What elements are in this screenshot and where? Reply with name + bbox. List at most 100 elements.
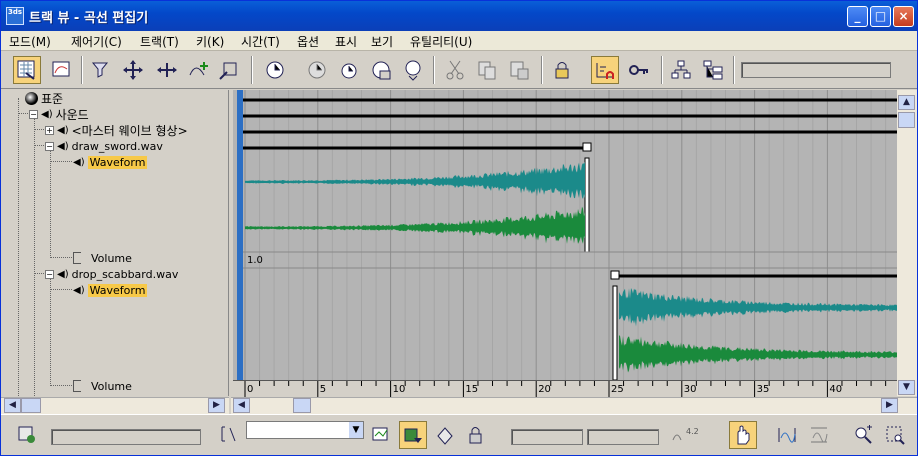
- menu-time[interactable]: 시간(T): [241, 33, 280, 50]
- speaker-icon: ◀): [73, 284, 85, 296]
- ruler-tick-label: 20: [538, 384, 551, 395]
- time-ruler[interactable]: 0 5 10 15 20 25 30 35 40: [233, 380, 901, 397]
- chevron-down-icon[interactable]: ▼: [349, 422, 363, 438]
- tree-node-waveform2[interactable]: ◀) Waveform: [73, 282, 148, 298]
- scale-time-icon[interactable]: [335, 56, 363, 84]
- maximize-button[interactable]: □: [870, 6, 891, 27]
- toolbar-name-field[interactable]: [741, 62, 891, 78]
- minimize-button[interactable]: _: [847, 6, 868, 27]
- tree-label-file1: draw_sword.wav: [71, 139, 163, 153]
- tree-node-file1[interactable]: − ◀) draw_sword.wav: [45, 138, 163, 154]
- waveform2-start-marker[interactable]: [612, 285, 618, 380]
- tree-node-file2[interactable]: − ◀) drop_scabbard.wav: [45, 266, 178, 282]
- tree-node-volume1[interactable]: Volume: [73, 250, 132, 266]
- scroll-up-button[interactable]: ▲: [898, 95, 915, 110]
- range-end-handle[interactable]: [582, 142, 592, 152]
- volume-track-icon: [73, 252, 81, 264]
- tree-node-volume2[interactable]: Volume: [73, 378, 132, 394]
- show-keyable-icon[interactable]: [625, 56, 653, 84]
- menu-display[interactable]: 표시: [335, 33, 357, 50]
- menu-utilities[interactable]: 유틸리티(U): [410, 33, 472, 50]
- title-bar: 3ds 트랙 뷰 - 곡선 편집기 _ □ ×: [1, 1, 917, 31]
- delete-time-icon[interactable]: [303, 56, 331, 84]
- value-field[interactable]: [587, 429, 659, 445]
- scroll-down-button[interactable]: ▼: [898, 380, 915, 395]
- toolbar-separator: [433, 56, 435, 84]
- time-slider-bar[interactable]: [237, 90, 243, 380]
- vertical-scrollbar[interactable]: ▲ ▼: [897, 90, 917, 396]
- scroll-thumb[interactable]: [898, 112, 915, 128]
- tree-node-root[interactable]: 표준: [25, 90, 63, 106]
- collapse-icon[interactable]: −: [45, 141, 54, 151]
- zoom-horizontal-icon[interactable]: [773, 421, 801, 449]
- speaker-icon: ◀): [73, 156, 85, 168]
- track-view-name-icon[interactable]: [215, 421, 243, 449]
- key-stats-icon[interactable]: [367, 421, 395, 449]
- snap-frames-icon[interactable]: [591, 56, 619, 84]
- select-time-icon[interactable]: [261, 56, 289, 84]
- lock-selection-icon[interactable]: [549, 56, 577, 84]
- tree-label-master: <마스터 웨이브 형상>: [71, 123, 188, 138]
- menu-keys[interactable]: 키(K): [196, 33, 224, 50]
- menu-tracks[interactable]: 트랙(T): [140, 33, 179, 50]
- menu-view[interactable]: 보기: [371, 33, 393, 50]
- zoom-selected-icon[interactable]: [13, 421, 41, 449]
- paste-icon[interactable]: [505, 56, 533, 84]
- zoom-value-icon[interactable]: 4.2: [669, 421, 703, 449]
- zoom-region-icon[interactable]: [881, 421, 909, 449]
- scroll-right-button[interactable]: ▶: [881, 398, 898, 413]
- tree-label-waveform1: Waveform: [87, 155, 148, 169]
- cut-icon[interactable]: [441, 56, 469, 84]
- reverse-time-icon[interactable]: [399, 56, 427, 84]
- tree-node-master[interactable]: + ◀) <마스터 웨이브 형상>: [45, 122, 188, 138]
- menu-mode[interactable]: 모드(M): [9, 33, 51, 50]
- selection-name-field[interactable]: [51, 429, 201, 445]
- scroll-thumb[interactable]: [293, 398, 311, 413]
- zoom-icon[interactable]: [849, 421, 877, 449]
- curve-graph[interactable]: 1.0: [233, 90, 897, 380]
- select-icon[interactable]: [87, 56, 115, 84]
- range-start-handle[interactable]: [610, 270, 620, 280]
- volume-track-icon: [73, 380, 81, 392]
- add-keys-icon[interactable]: [185, 56, 213, 84]
- track-view-select[interactable]: ▼: [246, 421, 364, 439]
- zoom-vertical-icon[interactable]: [805, 421, 833, 449]
- close-button[interactable]: ×: [893, 6, 914, 27]
- scale-keys-icon[interactable]: [215, 56, 243, 84]
- zoom-readout: 4.2: [686, 427, 699, 436]
- expand-icon[interactable]: +: [45, 125, 54, 135]
- tree-horizontal-scrollbar[interactable]: ◀ ▶: [1, 397, 229, 414]
- menu-controller[interactable]: 제어기(C): [71, 33, 122, 50]
- modify-subtree-icon[interactable]: [699, 56, 727, 84]
- window-title: 트랙 뷰 - 곡선 편집기: [29, 11, 149, 26]
- scroll-thumb[interactable]: [21, 398, 41, 413]
- pan-icon[interactable]: [729, 421, 757, 449]
- menu-options[interactable]: 옵션: [297, 33, 319, 50]
- insert-time-icon[interactable]: [367, 56, 395, 84]
- show-hierarchy-icon[interactable]: [667, 56, 695, 84]
- waveform1-end-marker[interactable]: [584, 157, 590, 253]
- tree-node-sound[interactable]: − ◀) 사운드: [29, 106, 89, 122]
- graph-horizontal-scrollbar[interactable]: ◀ ▶: [231, 397, 917, 414]
- scroll-left-button[interactable]: ◀: [233, 398, 250, 413]
- curve-editor-icon[interactable]: [47, 56, 75, 84]
- main-toolbar: [1, 52, 917, 89]
- waveform1-channel-top: [245, 161, 585, 199]
- scroll-left-button[interactable]: ◀: [4, 398, 21, 413]
- slide-keys-icon[interactable]: [153, 56, 181, 84]
- show-selected-icon[interactable]: [431, 421, 459, 449]
- collapse-icon[interactable]: −: [45, 269, 54, 279]
- lock-tracks-icon[interactable]: [463, 421, 491, 449]
- tree-node-waveform1[interactable]: ◀) Waveform: [73, 154, 148, 170]
- scroll-right-button[interactable]: ▶: [208, 398, 225, 413]
- filter-tracks-icon[interactable]: [399, 421, 427, 449]
- collapse-icon[interactable]: −: [29, 109, 38, 119]
- frame-field[interactable]: [511, 429, 583, 445]
- speaker-icon: ◀): [57, 124, 69, 136]
- move-keys-icon[interactable]: [119, 56, 147, 84]
- graph-canvas[interactable]: 1.0: [233, 90, 897, 380]
- controller-tree: 표준 − ◀) 사운드 + ◀) <마스터 웨이브 형상> − ◀) draw_…: [1, 90, 229, 396]
- toolbar-separator: [733, 56, 735, 84]
- copy-icon[interactable]: [473, 56, 501, 84]
- filter-icon[interactable]: [13, 56, 41, 84]
